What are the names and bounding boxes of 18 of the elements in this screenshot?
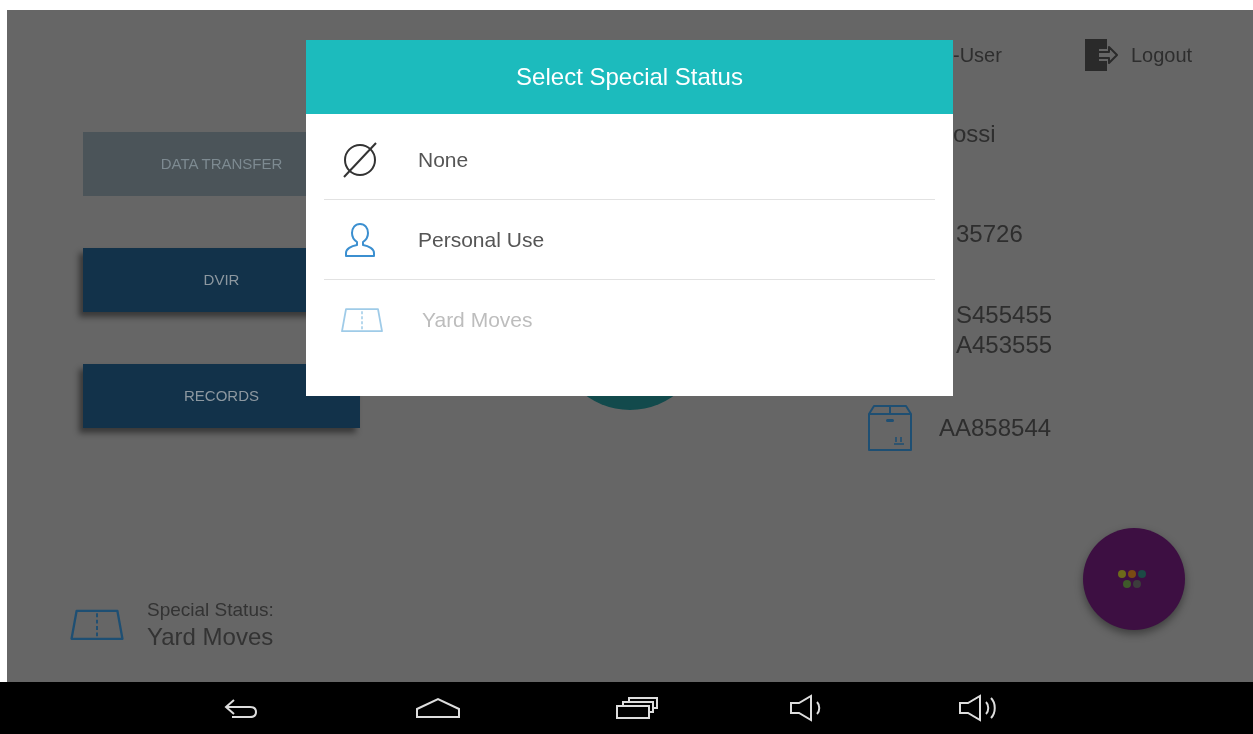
status-option[interactable]: Personal Use (324, 200, 935, 280)
menu-button[interactable]: RECORDS (83, 364, 360, 428)
driver-name: ossi (952, 122, 997, 146)
road-icon (340, 306, 384, 334)
status-option[interactable]: None (324, 120, 935, 200)
dialog-title: Select Special Status (516, 62, 743, 92)
home-icon[interactable] (415, 697, 461, 719)
vehicle-id: A453555 (956, 330, 1054, 360)
recent-apps-icon[interactable] (615, 696, 659, 720)
box-icon (867, 404, 913, 452)
shipment-id: AA858544 (939, 413, 1052, 443)
logout-button[interactable]: Logout (1083, 37, 1193, 73)
floating-action-button[interactable] (1083, 528, 1185, 630)
user-name: -User (953, 43, 1003, 68)
logout-icon (1083, 37, 1119, 73)
road-icon (69, 608, 125, 642)
driver-id: 35726 (955, 222, 1024, 246)
vehicle-id: S455455 (956, 300, 1054, 330)
